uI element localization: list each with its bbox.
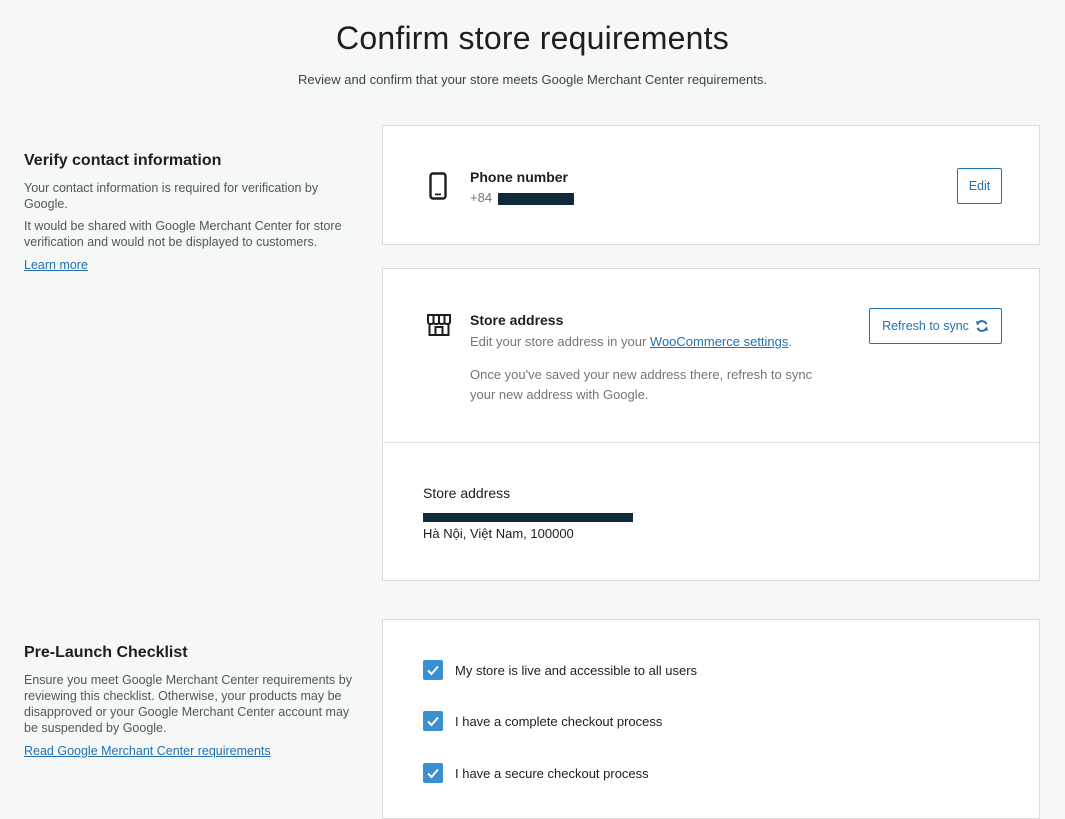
refresh-icon <box>975 319 989 333</box>
contact-section-heading: Verify contact information <box>24 152 222 169</box>
edit-text-after: . <box>788 334 793 349</box>
checklist-item[interactable]: My store is live and accessible to all u… <box>423 660 697 680</box>
checklist-card: My store is live and accessible to all u… <box>382 619 1040 819</box>
card-divider <box>383 442 1039 443</box>
page-title: Confirm store requirements <box>336 20 729 56</box>
checklist-item-label: I have a secure checkout process <box>455 765 649 781</box>
checkbox-checked[interactable] <box>423 711 443 731</box>
checklist-section-desc: Ensure you meet Google Merchant Center r… <box>24 673 352 735</box>
refresh-label: Refresh to sync <box>882 319 969 333</box>
store-address-detail-title: Store address <box>423 485 511 501</box>
checklist-item[interactable]: I have a complete checkout process <box>423 711 662 731</box>
checkbox-checked[interactable] <box>423 763 443 783</box>
checkbox-checked[interactable] <box>423 660 443 680</box>
phone-card: Phone number +84 Edit <box>382 125 1040 245</box>
edit-text-before: Edit your store address in your <box>470 334 650 349</box>
phone-number-value: +84 <box>470 190 574 205</box>
checklist-section-description: Pre-Launch Checklist Ensure you meet Goo… <box>24 644 364 760</box>
phone-number-title: Phone number <box>470 169 569 185</box>
checklist-item-label: I have a complete checkout process <box>455 713 663 729</box>
redacted-phone <box>497 192 574 205</box>
checklist-section-heading: Pre-Launch Checklist <box>24 644 188 661</box>
refresh-to-sync-button[interactable]: Refresh to sync <box>869 308 1002 344</box>
merchant-center-requirements-link[interactable]: Read Google Merchant Center requirements <box>24 744 271 758</box>
sync-note: Once you've saved your new address there… <box>470 367 813 402</box>
check-icon <box>427 716 439 727</box>
check-icon <box>427 768 439 779</box>
smartphone-icon <box>429 172 447 205</box>
woocommerce-settings-link[interactable]: WooCommerce settings <box>650 334 788 349</box>
store-address-edit-text: Edit your store address in your WooComme… <box>470 332 850 352</box>
check-icon <box>427 665 439 676</box>
contact-section-desc-2: It would be shared with Google Merchant … <box>24 219 342 249</box>
contact-section-desc-1: Your contact information is required for… <box>24 181 319 211</box>
page-subtitle: Review and confirm that your store meets… <box>298 72 767 87</box>
checklist-item-label: My store is live and accessible to all u… <box>455 662 698 678</box>
learn-more-link[interactable]: Learn more <box>24 258 88 272</box>
contact-section-description: Verify contact information Your contact … <box>24 152 364 274</box>
checklist-item[interactable]: I have a secure checkout process <box>423 763 649 783</box>
edit-phone-button[interactable]: Edit <box>957 168 1002 204</box>
store-address-line-2: Hà Nội, Việt Nam, 100000 <box>423 526 574 541</box>
store-icon <box>426 313 452 342</box>
phone-prefix: +84 <box>470 190 493 205</box>
store-address-title: Store address <box>470 312 564 328</box>
store-address-card: Store address Edit your store address in… <box>382 268 1040 581</box>
redacted-address-line <box>423 513 633 522</box>
